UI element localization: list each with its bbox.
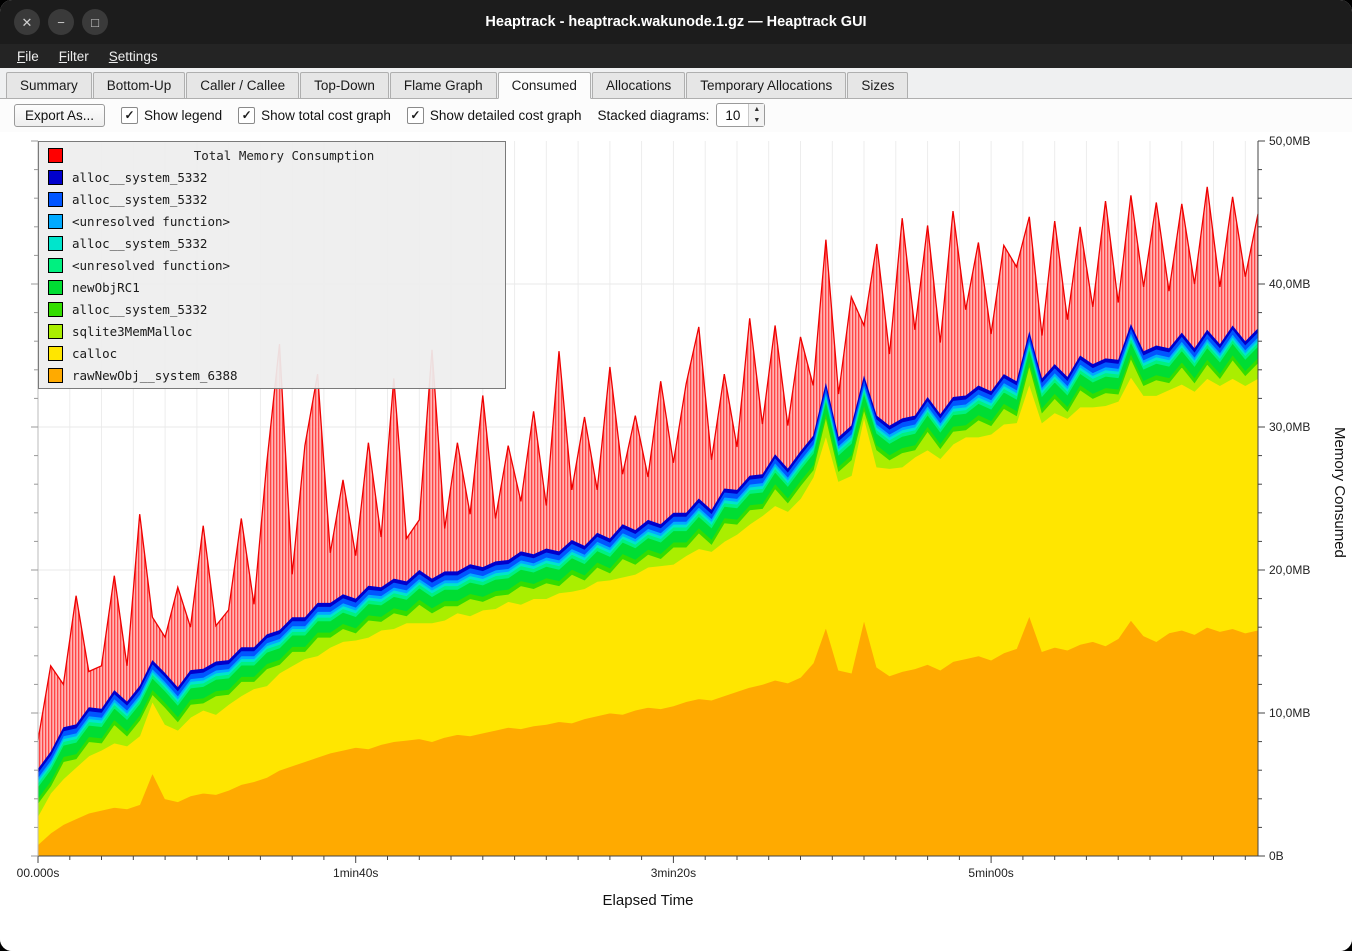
checkbox-check-icon: ✓ (238, 107, 255, 124)
legend-swatch-icon (48, 170, 63, 185)
spin-arrows: ▲ ▼ (748, 104, 764, 126)
x-tick-label: 1min40s (333, 866, 378, 880)
legend-label: alloc__system_5332 (72, 302, 207, 317)
legend-item: alloc__system_5332 (39, 232, 505, 254)
tab-allocations[interactable]: Allocations (592, 72, 685, 99)
legend-item: <unresolved function> (39, 210, 505, 232)
legend-item: sqlite3MemMalloc (39, 320, 505, 342)
legend-item: rawNewObj__system_6388 (39, 364, 505, 386)
maximize-icon[interactable]: □ (82, 9, 108, 35)
legend-swatch-icon (48, 192, 63, 207)
show-detailed-cost-label: Show detailed cost graph (430, 108, 582, 123)
window-title: Heaptrack - heaptrack.wakunode.1.gz — He… (0, 14, 1352, 30)
stacked-diagrams-spinbox[interactable]: 10 ▲ ▼ (716, 103, 765, 127)
legend-item: alloc__system_5332 (39, 298, 505, 320)
y-axis-title: Memory Consumed (1331, 427, 1348, 558)
y-tick-label: 30,0MB (1269, 420, 1310, 434)
toolbar: Export As... ✓ Show legend ✓ Show total … (0, 99, 1352, 132)
legend-label: rawNewObj__system_6388 (72, 368, 238, 383)
consumed-chart: 00.000s 1min40s 3min20s 5min00s 0B 10,0MB 20,0… (0, 132, 1352, 951)
y-tick-label: 20,0MB (1269, 563, 1310, 577)
legend-swatch-icon (48, 368, 63, 383)
legend-swatch-icon (48, 346, 63, 361)
y-tick-label: 50,0MB (1269, 134, 1310, 148)
legend-label: calloc (72, 346, 117, 361)
menubar: File Filter Settings (0, 44, 1352, 68)
legend-item: alloc__system_5332 (39, 188, 505, 210)
menu-file[interactable]: File (8, 47, 48, 66)
legend-label: alloc__system_5332 (72, 236, 207, 251)
legend-label: alloc__system_5332 (72, 170, 207, 185)
tab-summary[interactable]: Summary (6, 72, 92, 99)
x-axis-title: Elapsed Time (38, 892, 1258, 909)
tab-flame-graph[interactable]: Flame Graph (390, 72, 497, 99)
legend-swatch-icon (48, 280, 63, 295)
legend-item: calloc (39, 342, 505, 364)
checkbox-check-icon: ✓ (407, 107, 424, 124)
show-total-cost-label: Show total cost graph (261, 108, 391, 123)
tab-consumed[interactable]: Consumed (498, 72, 591, 99)
legend-label: <unresolved function> (72, 214, 230, 229)
legend-item: <unresolved function> (39, 254, 505, 276)
legend-swatch-icon (48, 324, 63, 339)
stacked-diagrams-label: Stacked diagrams: (598, 108, 710, 123)
tab-top-down[interactable]: Top-Down (300, 72, 389, 99)
legend-swatch-icon (48, 214, 63, 229)
y-tick-label: 40,0MB (1269, 277, 1310, 291)
chart-legend: Total Memory Consumption alloc__system_53… (38, 141, 506, 389)
legend-label: sqlite3MemMalloc (72, 324, 192, 339)
legend-swatch-icon (48, 302, 63, 317)
menu-filter[interactable]: Filter (50, 47, 98, 66)
legend-swatch-icon (48, 258, 63, 273)
tab-bar: Summary Bottom-Up Caller / Callee Top-Do… (0, 68, 1352, 99)
tab-temporary-allocations[interactable]: Temporary Allocations (686, 72, 846, 99)
spin-up-icon[interactable]: ▲ (749, 104, 764, 115)
tab-caller-callee[interactable]: Caller / Callee (186, 72, 299, 99)
y-tick-label: 10,0MB (1269, 706, 1310, 720)
minimize-icon[interactable]: − (48, 9, 74, 35)
spin-down-icon[interactable]: ▼ (749, 115, 764, 126)
show-legend-label: Show legend (144, 108, 222, 123)
legend-item: newObjRC1 (39, 276, 505, 298)
window-controls: ✕ − □ (14, 9, 108, 35)
x-tick-label: 5min00s (968, 866, 1013, 880)
show-total-cost-checkbox[interactable]: ✓ Show total cost graph (238, 107, 391, 124)
tab-bottom-up[interactable]: Bottom-Up (93, 72, 186, 99)
stacked-diagrams-value[interactable]: 10 (717, 104, 748, 126)
tab-sizes[interactable]: Sizes (847, 72, 908, 99)
close-icon[interactable]: ✕ (14, 9, 40, 35)
y-tick-label: 0B (1269, 849, 1284, 863)
x-tick-label: 3min20s (651, 866, 696, 880)
legend-swatch-icon (48, 236, 63, 251)
show-detailed-cost-checkbox[interactable]: ✓ Show detailed cost graph (407, 107, 582, 124)
menu-settings[interactable]: Settings (100, 47, 167, 66)
legend-label: newObjRC1 (72, 280, 140, 295)
legend-item: alloc__system_5332 (39, 166, 505, 188)
checkbox-check-icon: ✓ (121, 107, 138, 124)
x-tick-label: 00.000s (17, 866, 60, 880)
legend-swatch-icon (48, 148, 63, 163)
legend-label: alloc__system_5332 (72, 192, 207, 207)
show-legend-checkbox[interactable]: ✓ Show legend (121, 107, 222, 124)
export-as-button[interactable]: Export As... (14, 104, 105, 127)
legend-label: <unresolved function> (72, 258, 230, 273)
titlebar[interactable]: ✕ − □ Heaptrack - heaptrack.wakunode.1.g… (0, 0, 1352, 44)
legend-title-row: Total Memory Consumption (39, 144, 505, 166)
stacked-diagrams-control: Stacked diagrams: 10 ▲ ▼ (598, 103, 766, 127)
heaptrack-window: ✕ − □ Heaptrack - heaptrack.wakunode.1.g… (0, 0, 1352, 951)
legend-label: Total Memory Consumption (72, 148, 496, 163)
